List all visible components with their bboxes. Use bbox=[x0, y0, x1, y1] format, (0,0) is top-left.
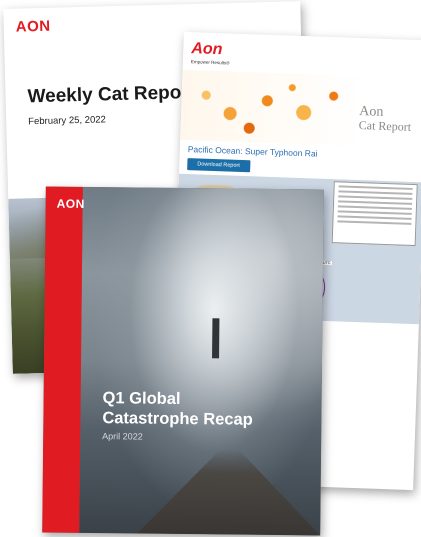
download-report-button[interactable]: Download Report bbox=[187, 158, 250, 173]
cover-title-line2: Catastrophe Recap bbox=[102, 408, 253, 429]
report-date: February 25, 2022 bbox=[28, 114, 106, 128]
cover-title: Q1 Global Catastrophe Recap bbox=[102, 389, 253, 430]
tagline: Empower Results® bbox=[190, 59, 230, 66]
brand-subtitle: Cat Report bbox=[358, 118, 412, 134]
cover-date: April 2022 bbox=[102, 431, 143, 442]
lighthouse bbox=[212, 318, 220, 359]
red-sidebar bbox=[42, 186, 83, 533]
aon-logo: Aon bbox=[191, 40, 223, 59]
report-title: Weekly Cat Report bbox=[27, 81, 196, 108]
cover-title-line1: Q1 Global bbox=[102, 389, 181, 408]
aon-logo: AON bbox=[15, 17, 51, 36]
orange-particles-banner bbox=[180, 69, 421, 149]
report-subject-link[interactable]: Pacific Ocean: Super Typhoon Rai bbox=[188, 144, 318, 159]
forecast-table bbox=[331, 181, 418, 247]
q1-catastrophe-recap-cover[interactable]: AON Q1 Global Catastrophe Recap April 20… bbox=[42, 186, 324, 536]
aon-logo: AON bbox=[56, 196, 85, 211]
